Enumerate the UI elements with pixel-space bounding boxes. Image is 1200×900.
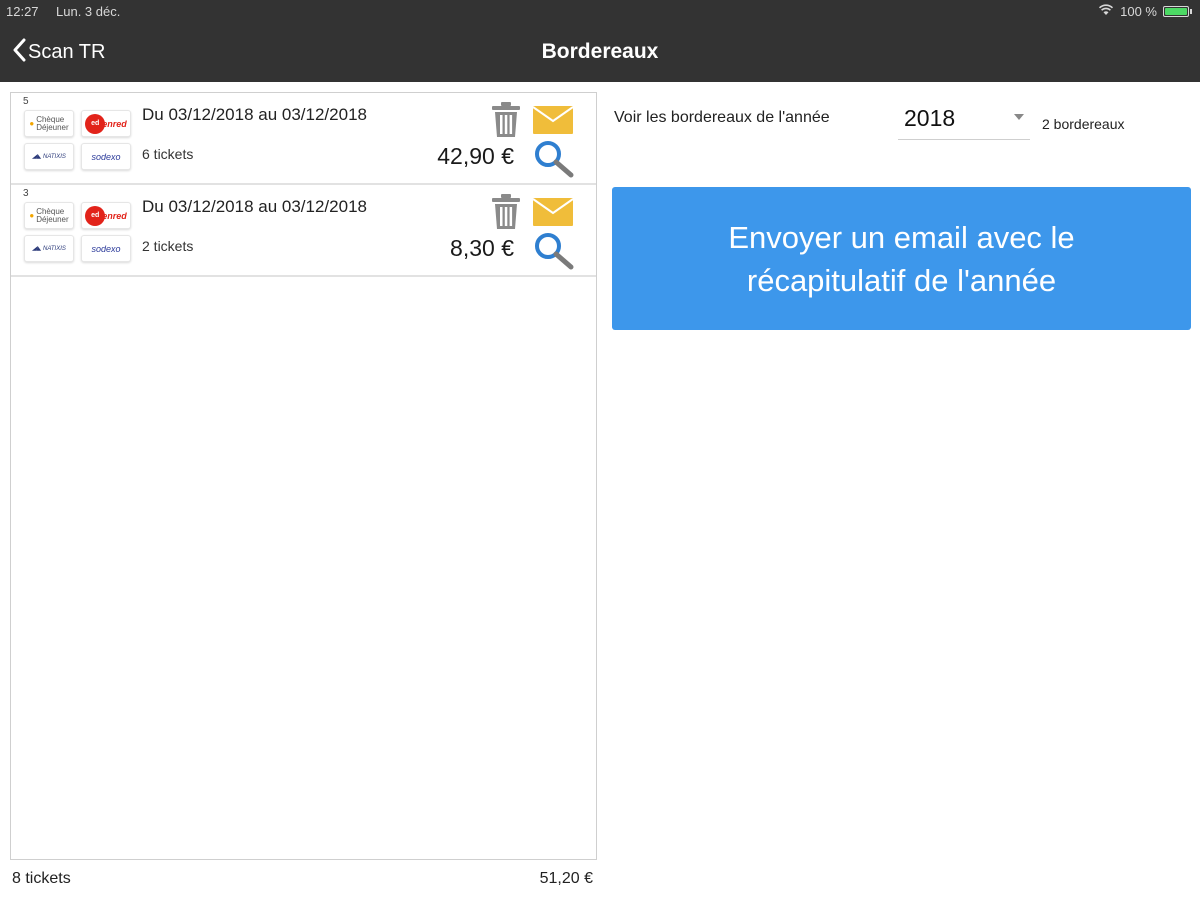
battery-icon — [1163, 6, 1189, 17]
sodexo-logo: sodexo — [81, 143, 131, 170]
natixis-logo: ◢◣ NATIXIS — [24, 235, 74, 262]
send-yearly-summary-label: Envoyer un email avec le récapitulatif d… — [728, 219, 1075, 298]
sodexo-logo: sodexo — [81, 235, 131, 262]
battery-percent: 100 % — [1120, 4, 1157, 19]
send-yearly-summary-button[interactable]: Envoyer un email avec le récapitulatif d… — [612, 187, 1191, 330]
row-period: Du 03/12/2018 au 03/12/2018 — [142, 105, 367, 124]
edenred-logo: ed enred — [81, 110, 131, 137]
cheque-dejeuner-logo: ● Chèque Déjeuner — [24, 202, 74, 229]
mail-icon[interactable] — [532, 106, 574, 139]
search-icon[interactable] — [533, 231, 575, 276]
footer-total-tickets: 8 tickets — [12, 870, 71, 887]
status-right: 100 % — [1098, 4, 1192, 19]
page-title: Bordereaux — [541, 40, 659, 63]
row-amount: 42,90 € — [437, 143, 514, 169]
footer-total-amount: 51,20 € — [539, 870, 593, 887]
nav-bar: Scan TR Bordereaux — [0, 24, 1200, 82]
dropdown-caret-icon — [1014, 114, 1024, 120]
mail-icon[interactable] — [532, 198, 574, 231]
list-item[interactable]: 3 ● Chèque Déjeuner ed enred ◢◣ NATIXIS sod… — [11, 185, 596, 277]
bordereaux-count: 2 bordereaux — [1042, 116, 1125, 132]
edenred-logo: ed enred — [81, 202, 131, 229]
row-amount: 8,30 € — [450, 235, 514, 261]
year-filter-label: Voir les bordereaux de l'année — [614, 109, 830, 126]
row-index: 3 — [23, 188, 29, 199]
trash-icon[interactable] — [491, 193, 521, 236]
status-bar: 12:27 Lun. 3 déc. 100 % — [0, 0, 1200, 24]
list-item[interactable]: 5 ● Chèque Déjeuner ed enred ◢◣ NATIXIS sod… — [11, 93, 596, 185]
row-tickets: 2 tickets — [142, 238, 194, 254]
year-select[interactable]: 2018 — [898, 100, 1030, 140]
status-date: Lun. 3 déc. — [56, 4, 121, 19]
row-tickets: 6 tickets — [142, 146, 194, 162]
battery-tip — [1190, 9, 1192, 14]
row-index: 5 — [23, 96, 29, 107]
year-select-value: 2018 — [904, 105, 956, 131]
bordereaux-list: 5 ● Chèque Déjeuner ed enred ◢◣ NATIXIS sod… — [10, 92, 597, 860]
trash-icon[interactable] — [491, 101, 521, 144]
natixis-logo: ◢◣ NATIXIS — [24, 143, 74, 170]
wifi-icon — [1098, 4, 1114, 19]
search-icon[interactable] — [533, 139, 575, 184]
row-period: Du 03/12/2018 au 03/12/2018 — [142, 197, 367, 216]
status-time: 12:27 — [6, 4, 39, 19]
cheque-dejeuner-logo: ● Chèque Déjeuner — [24, 110, 74, 137]
